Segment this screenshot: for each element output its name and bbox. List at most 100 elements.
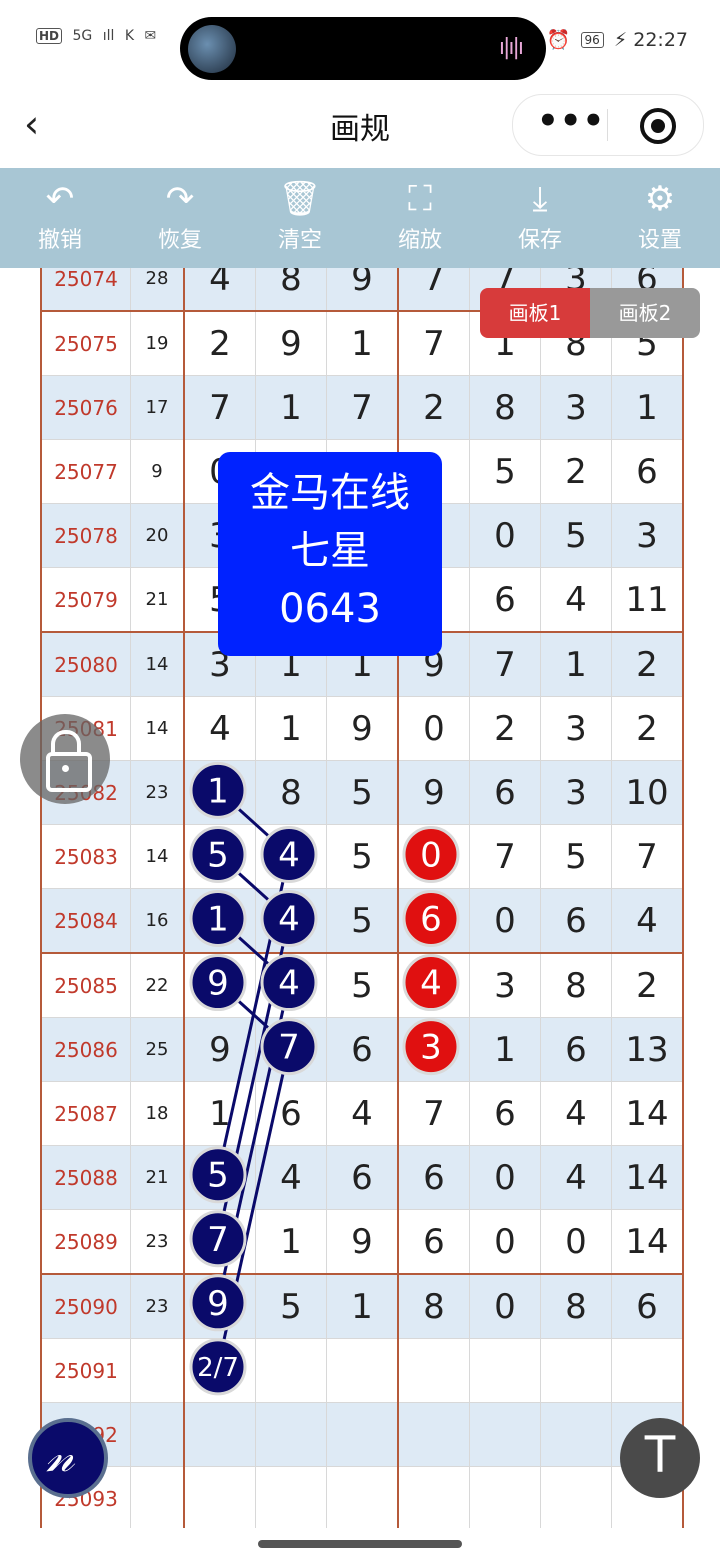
digit-cell[interactable]: 4 [611,888,684,954]
digit-cell[interactable]: 3 [611,503,684,568]
digit-cell[interactable] [326,1466,399,1528]
digit-cell[interactable] [183,952,256,1018]
digit-cell[interactable] [326,1402,399,1467]
digit-cell[interactable]: 1 [326,310,399,376]
scroll-top-button[interactable]: T [620,1418,700,1498]
digit-cell[interactable]: 10 [611,760,684,825]
digit-cell[interactable]: 1 [611,375,684,440]
digit-cell[interactable]: 4 [183,268,256,312]
digit-cell[interactable]: 3 [540,696,612,761]
digit-cell[interactable]: 6 [397,1145,470,1210]
save-button[interactable]: ⤓ 保存 [480,176,600,264]
digit-cell[interactable]: 7 [469,824,541,889]
digit-cell[interactable]: 9 [326,268,399,312]
digit-cell[interactable] [183,1273,256,1339]
digit-cell[interactable]: 6 [611,439,684,504]
digit-cell[interactable]: 14 [611,1081,684,1146]
digit-cell[interactable] [255,1402,327,1467]
digit-cell[interactable] [183,1338,256,1403]
digit-cell[interactable]: 0 [469,1209,541,1275]
digit-cell[interactable]: 2 [183,310,256,376]
digit-cell[interactable]: 0 [469,1273,541,1339]
digit-cell[interactable]: 5 [326,952,399,1018]
digit-cell[interactable]: 2 [397,375,470,440]
digit-cell[interactable] [397,1466,470,1528]
home-indicator[interactable] [258,1540,462,1548]
digit-cell[interactable] [255,824,327,889]
digit-cell[interactable]: 9 [397,760,470,825]
digit-cell[interactable]: 14 [611,1145,684,1210]
digit-cell[interactable]: 1 [183,1081,256,1146]
digit-cell[interactable] [611,1338,684,1403]
digit-cell[interactable] [540,1402,612,1467]
digit-cell[interactable]: 9 [326,1209,399,1275]
digit-cell[interactable] [397,1402,470,1467]
digit-cell[interactable]: 4 [540,1081,612,1146]
digit-cell[interactable] [255,888,327,954]
close-miniprogram-button[interactable] [640,108,676,144]
digit-cell[interactable]: 8 [469,375,541,440]
digit-cell[interactable]: 7 [469,631,541,697]
digit-cell[interactable]: 5 [540,824,612,889]
digit-cell[interactable]: 0 [469,1145,541,1210]
digit-cell[interactable]: 7 [326,375,399,440]
digit-cell[interactable]: 1 [469,1017,541,1082]
digit-cell[interactable]: 13 [611,1017,684,1082]
digit-cell[interactable]: 5 [255,1273,327,1339]
digit-cell[interactable] [183,1145,256,1210]
digit-cell[interactable]: 2 [469,696,541,761]
digit-cell[interactable]: 14 [611,1209,684,1275]
digit-cell[interactable] [183,1466,256,1528]
digit-cell[interactable]: 3 [540,375,612,440]
digit-cell[interactable]: 6 [469,760,541,825]
digit-cell[interactable]: 6 [540,1017,612,1082]
undo-button[interactable]: ↶ 撤销 [0,176,120,264]
digit-cell[interactable] [183,824,256,889]
tab-board-2[interactable]: 画板2 [590,288,700,338]
digit-cell[interactable] [469,1338,541,1403]
digit-cell[interactable]: 5 [326,824,399,889]
digit-cell[interactable] [540,1338,612,1403]
clear-button[interactable]: 🗑 清空 [240,176,360,264]
digit-cell[interactable] [255,1466,327,1528]
digit-cell[interactable]: 7 [397,310,470,376]
redo-button[interactable]: ↷ 恢复 [120,176,240,264]
digit-cell[interactable] [469,1402,541,1467]
digit-cell[interactable]: 0 [469,888,541,954]
digit-cell[interactable]: 6 [397,1209,470,1275]
digit-cell[interactable]: 8 [540,952,612,1018]
digit-cell[interactable]: 9 [255,310,327,376]
digit-cell[interactable] [255,1338,327,1403]
digit-cell[interactable]: 9 [183,1017,256,1082]
digit-cell[interactable]: 7 [397,1081,470,1146]
digit-cell[interactable] [255,952,327,1018]
pen-tool-button[interactable]: 𝓃 [28,1418,108,1498]
digit-cell[interactable]: 0 [540,1209,612,1275]
digit-cell[interactable]: 1 [540,631,612,697]
lock-button[interactable] [20,714,110,804]
digit-cell[interactable]: 7 [183,375,256,440]
dynamic-island[interactable]: ı|ı|ı [180,17,546,80]
digit-cell[interactable]: 8 [397,1273,470,1339]
digit-cell[interactable] [469,1466,541,1528]
digit-cell[interactable] [397,888,470,954]
digit-cell[interactable]: 1 [255,696,327,761]
digit-cell[interactable]: 5 [469,439,541,504]
digit-cell[interactable]: 6 [540,888,612,954]
digit-cell[interactable] [397,1338,470,1403]
digit-cell[interactable]: 4 [326,1081,399,1146]
digit-cell[interactable]: 9 [326,696,399,761]
digit-cell[interactable]: 1 [255,375,327,440]
digit-cell[interactable]: 7 [611,824,684,889]
digit-cell[interactable] [183,760,256,825]
digit-cell[interactable]: 5 [326,760,399,825]
digit-cell[interactable] [183,1402,256,1467]
digit-cell[interactable] [540,1466,612,1528]
digit-cell[interactable] [397,1017,470,1082]
settings-button[interactable]: ⚙ 设置 [600,176,720,264]
digit-cell[interactable]: 2 [611,631,684,697]
digit-cell[interactable]: 6 [255,1081,327,1146]
digit-cell[interactable] [397,824,470,889]
digit-cell[interactable]: 6 [469,567,541,633]
digit-cell[interactable]: 3 [469,952,541,1018]
